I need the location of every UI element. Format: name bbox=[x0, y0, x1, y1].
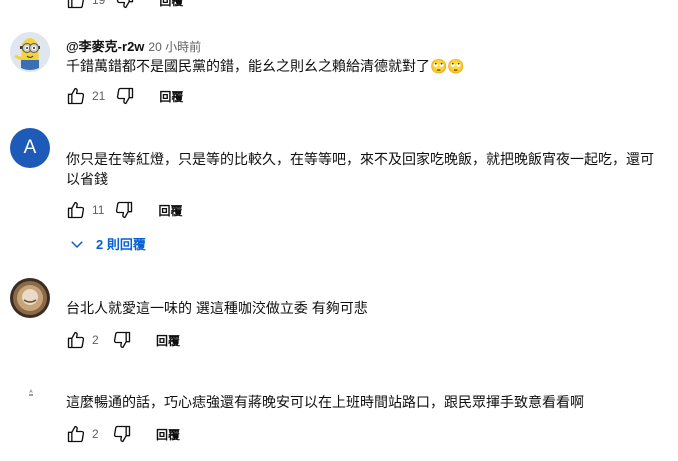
comment-actions: 11 回覆 bbox=[64, 198, 182, 222]
like-button[interactable] bbox=[64, 422, 88, 446]
thumbs-down-icon bbox=[113, 331, 131, 349]
comment-time[interactable]: 20 小時前 bbox=[148, 40, 201, 54]
reply-button[interactable]: 回覆 bbox=[158, 202, 182, 219]
like-count: 21 bbox=[92, 89, 106, 103]
reply-button[interactable]: 回覆 bbox=[156, 332, 180, 349]
like-button[interactable] bbox=[64, 84, 88, 108]
dislike-button[interactable] bbox=[110, 422, 134, 446]
reply-button[interactable]: 回覆 bbox=[159, 88, 183, 105]
comment-text: 千錯萬錯都不是國民黨的錯，能幺之則幺之賴給清德就對了🙄🙄 bbox=[66, 58, 465, 74]
reply-button[interactable]: 回覆 bbox=[156, 426, 180, 443]
comment-actions-top: 19 回覆 bbox=[64, 0, 183, 12]
dislike-button[interactable] bbox=[113, 84, 137, 108]
reply-button[interactable]: 回覆 bbox=[159, 0, 183, 9]
view-replies-button[interactable]: 2 則回覆 bbox=[68, 234, 146, 253]
avatar[interactable]: A bbox=[10, 128, 50, 168]
like-button[interactable] bbox=[64, 328, 88, 352]
thumbs-down-icon bbox=[117, 0, 134, 9]
thumbs-up-icon bbox=[67, 201, 85, 219]
thumbs-down-icon bbox=[116, 201, 133, 219]
avatar[interactable] bbox=[10, 32, 50, 72]
like-count: 2 bbox=[92, 427, 99, 441]
comment-author[interactable]: @李麥克-r2w bbox=[66, 39, 144, 54]
placeholder-avatar-icon bbox=[29, 389, 33, 396]
comment-header: @李麥克-r2w 20 小時前 bbox=[66, 36, 201, 56]
like-count: 2 bbox=[92, 333, 99, 347]
comment-actions: 21 回覆 bbox=[64, 84, 183, 108]
comment-text: 這麼暢通的話，巧心痣強還有蔣晚安可以在上班時間站路口，跟民眾揮手致意看看啊 bbox=[66, 394, 584, 410]
thumbs-down-icon bbox=[117, 87, 134, 105]
avatar[interactable] bbox=[10, 278, 50, 318]
like-button[interactable] bbox=[64, 0, 88, 12]
like-button[interactable] bbox=[64, 198, 88, 222]
thumbs-up-icon bbox=[67, 331, 85, 349]
comment-actions: 2 回覆 bbox=[64, 422, 180, 446]
comment-actions: 2 回覆 bbox=[64, 328, 180, 352]
like-count: 19 bbox=[92, 0, 106, 7]
avatar[interactable] bbox=[26, 388, 36, 398]
thumbs-down-icon bbox=[113, 425, 131, 443]
comment-text: 你只是在等紅燈，只是等的比較久，在等等吧，來不及回家吃晚飯，就把晚飯宵夜一起吃，… bbox=[66, 151, 654, 187]
thumbs-up-icon bbox=[67, 87, 85, 105]
chevron-down-icon bbox=[71, 240, 83, 248]
thumbs-up-icon bbox=[67, 0, 84, 9]
comment-text: 台北人就愛這一味的 選這種咖洨做立委 有夠可悲 bbox=[66, 300, 368, 316]
dislike-button[interactable] bbox=[113, 0, 137, 12]
thumbs-up-icon bbox=[67, 425, 85, 443]
dislike-button[interactable] bbox=[112, 198, 136, 222]
minion-avatar-icon bbox=[10, 32, 50, 72]
like-count: 11 bbox=[92, 203, 105, 217]
replies-count-label: 2 則回覆 bbox=[96, 237, 146, 252]
coffee-avatar-icon bbox=[10, 278, 50, 318]
dislike-button[interactable] bbox=[110, 328, 134, 352]
